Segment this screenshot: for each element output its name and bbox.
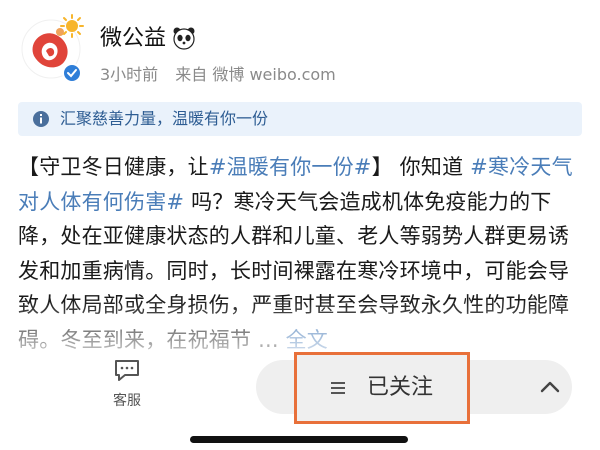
customer-service-label: 客服 [113, 393, 141, 409]
hashtag-link[interactable]: #温暖有你一份# [209, 155, 372, 179]
post-text-segment: 【守卫冬日健康，让 [18, 155, 209, 179]
content-fade [0, 300, 600, 360]
customer-service-button[interactable]: 客服 [104, 358, 150, 410]
account-name[interactable]: 微公益 [100, 24, 166, 54]
following-button[interactable]: 已关注 [294, 352, 470, 424]
chat-icon [115, 360, 139, 381]
home-indicator [190, 436, 408, 443]
notice-banner[interactable]: 汇聚慈善力量，温暖有你一份 [18, 102, 582, 136]
post-source: 来自 微博 weibo.com [175, 65, 336, 84]
verified-badge-icon [62, 63, 82, 87]
panda-icon [172, 26, 196, 54]
post-meta: 3小时前 来自 微博 weibo.com [100, 64, 348, 86]
chevron-up-icon [540, 381, 560, 393]
post-text-segment: 】 你知道 [371, 155, 471, 179]
info-icon [32, 110, 50, 132]
scroll-up-button[interactable] [528, 362, 572, 412]
notice-text: 汇聚慈善力量，温暖有你一份 [60, 109, 269, 128]
post-time: 3小时前 [100, 65, 159, 84]
sun-icon [60, 14, 84, 42]
following-label: 已关注 [367, 375, 434, 400]
menu-icon [329, 379, 347, 401]
